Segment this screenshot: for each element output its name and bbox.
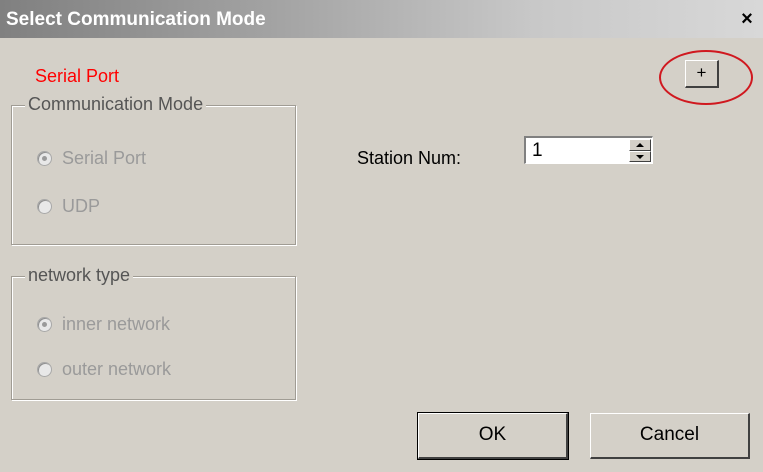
communication-mode-legend: Communication Mode [25,94,207,115]
radio-serial-port[interactable]: Serial Port [37,148,146,169]
radio-button-icon[interactable] [37,151,52,166]
station-num-label: Station Num: [357,148,462,168]
ok-button[interactable]: OK [417,412,569,460]
network-type-group [11,276,296,400]
radio-inner-network[interactable]: inner network [37,314,170,335]
current-mode-label: Serial Port [35,66,120,86]
radio-button-icon[interactable] [37,199,52,214]
radio-label: Serial Port [62,148,147,168]
station-num-spinbox[interactable]: 1 [524,136,653,164]
radio-button-icon[interactable] [37,317,52,332]
spin-buttons [629,139,651,162]
spin-up-icon[interactable] [629,139,651,151]
close-icon[interactable]: × [736,8,758,30]
cancel-button[interactable]: Cancel [590,413,750,459]
communication-mode-group [11,105,296,245]
radio-udp[interactable]: UDP [37,196,100,217]
window-title: Select Communication Mode [6,9,266,30]
spin-down-icon[interactable] [629,150,651,162]
title-bar[interactable]: Select Communication Mode × [0,0,763,38]
network-type-legend: network type [25,265,134,286]
radio-label: outer network [62,359,172,379]
station-num-value[interactable]: 1 [532,140,543,162]
select-communication-mode-dialog: Select Communication Mode × Serial Port … [0,0,763,472]
radio-outer-network[interactable]: outer network [37,359,171,380]
radio-label: UDP [62,196,101,216]
radio-label: inner network [62,314,171,334]
radio-button-icon[interactable] [37,362,52,377]
add-button[interactable]: + [685,60,719,88]
